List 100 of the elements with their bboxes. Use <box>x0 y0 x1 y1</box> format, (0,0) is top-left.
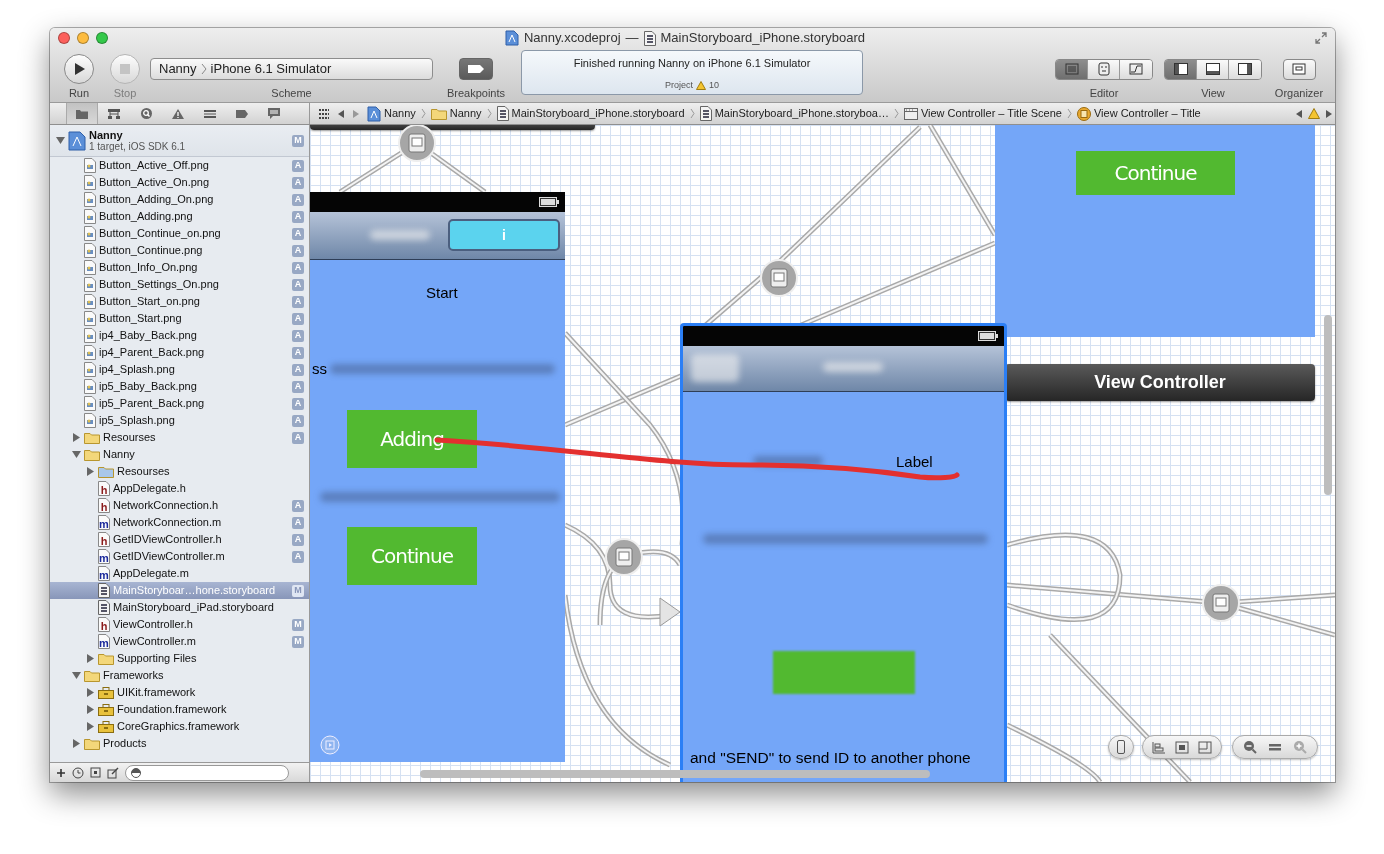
chevron-icon <box>893 108 899 119</box>
file-row[interactable]: Button_Info_On.png A <box>50 259 309 276</box>
navigator-tab[interactable] <box>66 103 98 124</box>
status-badge: A <box>292 312 304 325</box>
file-row[interactable]: Button_Continue.png A <box>50 242 309 259</box>
file-row[interactable]: UIKit.framework <box>50 684 309 701</box>
file-row[interactable]: Button_Start.png A <box>50 310 309 327</box>
status-badge: A <box>292 431 304 444</box>
editor-mode-button[interactable] <box>1056 59 1088 79</box>
breadcrumb[interactable]: Nanny <box>365 103 418 124</box>
close-button[interactable] <box>58 32 70 44</box>
vertical-scrollbar[interactable] <box>1324 315 1332 495</box>
stop-icon <box>119 63 131 75</box>
right-panel-icon <box>1237 62 1253 76</box>
view-toggle-button[interactable] <box>1197 59 1229 79</box>
file-row[interactable]: h NetworkConnection.h A <box>50 497 309 514</box>
file-row[interactable]: Button_Adding.png A <box>50 208 309 225</box>
minimize-button[interactable] <box>77 32 89 44</box>
lines-icon <box>1063 62 1080 76</box>
actual-size-button[interactable] <box>1268 742 1282 752</box>
pin-icon <box>1175 740 1189 754</box>
file-row[interactable]: MainStoryboard_iPad.storyboard <box>50 599 309 616</box>
editor-mode-button[interactable] <box>1088 59 1120 79</box>
file-letter-icon: m <box>98 515 110 530</box>
breadcrumb[interactable]: Nanny <box>428 103 484 124</box>
blurred-text <box>823 362 883 372</box>
file-row[interactable]: Button_Adding_On.png A <box>50 191 309 208</box>
run-button[interactable] <box>64 54 94 84</box>
breakpoints-button[interactable] <box>459 58 493 80</box>
plus-icon <box>56 767 66 778</box>
blueprint-icon <box>367 105 381 122</box>
file-row[interactable]: ip4_Baby_Back.png A <box>50 327 309 344</box>
filter-field[interactable] <box>125 764 289 781</box>
breadcrumb[interactable]: MainStoryboard_iPhone.storyboard <box>494 103 687 124</box>
title-separator: — <box>625 29 639 48</box>
scene-icon <box>903 107 918 120</box>
image-file-icon <box>84 294 96 309</box>
view-toggle-button[interactable] <box>1165 59 1197 79</box>
folder-icon <box>84 669 100 682</box>
file-letter-icon: h <box>98 532 110 547</box>
file-row[interactable]: Button_Start_on.png A <box>50 293 309 310</box>
text-label: ss <box>312 360 327 378</box>
status-badge: A <box>292 533 304 546</box>
file-row[interactable]: Button_Continue_on.png A <box>50 225 309 242</box>
file-row[interactable]: h GetIDViewController.h A <box>50 531 309 548</box>
image-file-icon <box>84 362 96 377</box>
file-row[interactable]: m GetIDViewController.m A <box>50 548 309 565</box>
file-row[interactable]: Resourses A <box>50 429 309 446</box>
file-row[interactable]: CoreGraphics.framework <box>50 718 309 735</box>
modified-filter-button[interactable] <box>107 766 119 779</box>
device-button[interactable] <box>1117 740 1125 754</box>
image-file-icon <box>84 413 96 428</box>
pin-button[interactable] <box>1175 740 1189 754</box>
status-badge: A <box>292 159 304 172</box>
zoom-out-button[interactable] <box>1242 740 1257 754</box>
file-row[interactable]: h AppDelegate.h <box>50 480 309 497</box>
file-row[interactable]: ip5_Parent_Back.png A <box>50 395 309 412</box>
file-row[interactable]: Foundation.framework <box>50 701 309 718</box>
graph-icon <box>1128 62 1144 76</box>
organizer-button[interactable] <box>1282 58 1316 80</box>
filter-icon <box>131 767 141 778</box>
file-row[interactable]: ip5_Splash.png A <box>50 412 309 429</box>
horizontal-scrollbar[interactable] <box>420 770 930 778</box>
editor-mode-button[interactable] <box>1120 59 1152 79</box>
storyboard-icon <box>98 583 110 598</box>
file-row[interactable]: m ViewController.m M <box>50 633 309 650</box>
file-row[interactable]: ip4_Parent_Back.png A <box>50 344 309 361</box>
scheme-popup[interactable]: Nanny iPhone 6.1 Simulator <box>150 58 433 80</box>
breadcrumb[interactable]: View Controller – Title Scene <box>901 103 1064 124</box>
status-badge: A <box>292 295 304 308</box>
file-row[interactable]: Button_Settings_On.png A <box>50 276 309 293</box>
resize-button[interactable] <box>1198 740 1213 754</box>
file-row[interactable]: m NetworkConnection.m A <box>50 514 309 531</box>
battery-icon <box>978 331 998 341</box>
file-row[interactable]: Frameworks <box>50 667 309 684</box>
file-row[interactable]: ip5_Baby_Back.png A <box>50 378 309 395</box>
file-row[interactable]: Button_Active_On.png A <box>50 174 309 191</box>
file-row[interactable]: Button_Active_Off.png A <box>50 157 309 174</box>
file-row[interactable]: Resourses <box>50 463 309 480</box>
segue-icon[interactable] <box>397 125 437 163</box>
status-badge: A <box>292 550 304 563</box>
zoom-button[interactable] <box>96 32 108 44</box>
breadcrumb[interactable]: View Controller – Title <box>1074 103 1203 124</box>
align-button[interactable] <box>1151 740 1166 754</box>
list-icon <box>203 107 217 120</box>
breadcrumb[interactable]: MainStoryboard_iPhone.storyboa… <box>697 103 891 124</box>
recent-filter-button[interactable] <box>72 766 84 779</box>
file-row[interactable]: Supporting Files <box>50 650 309 667</box>
source-control-filter-button[interactable] <box>90 767 101 778</box>
file-row[interactable]: Products <box>50 735 309 752</box>
folder-icon <box>75 107 89 120</box>
view-toggle-button[interactable] <box>1229 59 1261 79</box>
storyboard-icon <box>643 30 656 46</box>
chevron-icon <box>200 63 207 75</box>
file-row[interactable]: m AppDelegate.m <box>50 565 309 582</box>
file-row[interactable]: Nanny <box>50 446 309 463</box>
add-button[interactable] <box>56 767 66 778</box>
blueprint-icon <box>504 30 519 46</box>
file-row[interactable]: ip4_Splash.png A <box>50 361 309 378</box>
file-row[interactable]: h ViewController.h M <box>50 616 309 633</box>
